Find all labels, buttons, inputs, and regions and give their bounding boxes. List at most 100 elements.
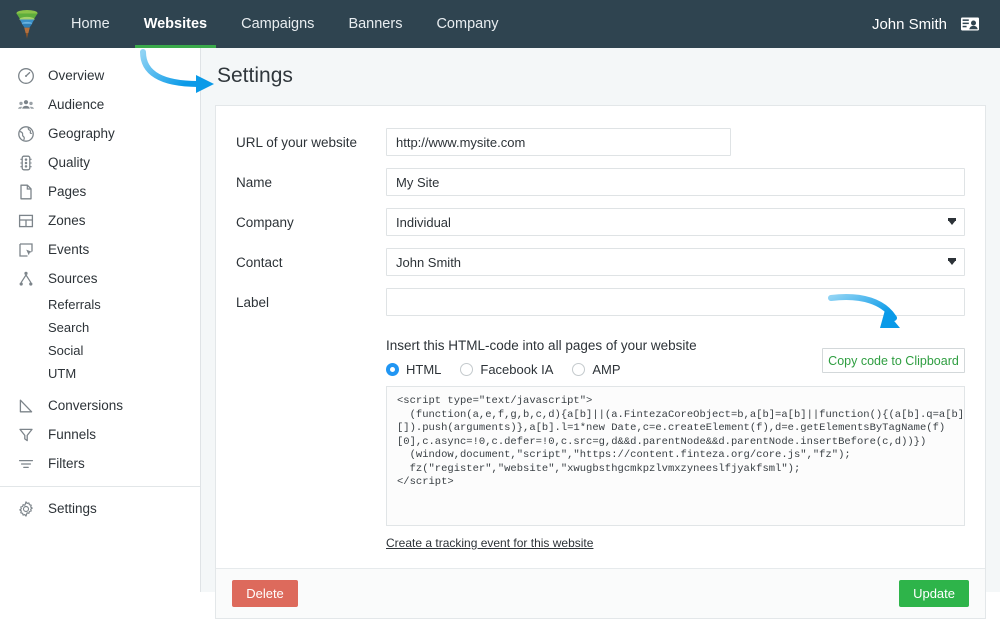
sidebar-item-settings[interactable]: Settings [0, 494, 200, 523]
main-nav: Home Websites Campaigns Banners Company [54, 0, 516, 48]
sidebar-item-events[interactable]: Events [0, 235, 200, 264]
field-row-contact: Contact John Smith [236, 248, 965, 276]
field-row-company: Company Individual [236, 208, 965, 236]
sidebar-item-label: Filters [48, 456, 85, 471]
node-tree-icon [16, 269, 36, 289]
contact-select-value: John Smith [396, 255, 461, 270]
filter-lines-icon [16, 454, 36, 474]
conversion-arrow-icon [16, 396, 36, 416]
delete-button[interactable]: Delete [232, 580, 298, 607]
sidebar-item-label: Conversions [48, 398, 123, 413]
contact-select[interactable]: John Smith [386, 248, 965, 276]
field-label-url: URL of your website [236, 135, 386, 150]
sidebar-subitem-label: Referrals [48, 297, 101, 312]
radio-label: AMP [592, 362, 620, 377]
sidebar-item-geography[interactable]: Geography [0, 119, 200, 148]
contact-card-icon[interactable] [960, 14, 980, 34]
company-select[interactable]: Individual [386, 208, 965, 236]
sidebar-item-label: Funnels [48, 427, 96, 442]
delete-button-label: Delete [246, 586, 284, 601]
radio-facebook-ia[interactable]: Facebook IA [460, 362, 553, 377]
page-title: Settings [201, 48, 1000, 88]
sidebar-item-label: Settings [48, 501, 97, 516]
app-logo[interactable] [0, 0, 54, 48]
radio-html[interactable]: HTML [386, 362, 441, 377]
card-footer: Delete Update [216, 568, 985, 618]
cursor-box-icon [16, 240, 36, 260]
field-label-name: Name [236, 175, 386, 190]
sidebar-item-zones[interactable]: Zones [0, 206, 200, 235]
field-row-url: URL of your website [236, 128, 965, 156]
copy-code-button-label: Copy code to Clipboard [828, 354, 959, 368]
sidebar-subitem-search[interactable]: Search [0, 316, 200, 339]
top-navigation-bar: Home Websites Campaigns Banners Company … [0, 0, 1000, 48]
sidebar-item-conversions[interactable]: Conversions [0, 391, 200, 420]
sidebar-item-label: Events [48, 242, 89, 257]
field-row-label: Label [236, 288, 965, 316]
nav-label: Campaigns [241, 16, 314, 32]
sidebar-item-filters[interactable]: Filters [0, 449, 200, 478]
sidebar-subitem-social[interactable]: Social [0, 339, 200, 362]
sidebar-item-label: Overview [48, 68, 104, 83]
update-button-label: Update [913, 586, 955, 601]
sidebar-subitem-utm[interactable]: UTM [0, 362, 200, 385]
sidebar-item-label: Geography [48, 126, 115, 141]
sidebar-divider [0, 486, 200, 487]
globe-icon [16, 124, 36, 144]
sidebar-item-label: Quality [48, 155, 90, 170]
tracking-code-section: Insert this HTML-code into all pages of … [236, 338, 965, 552]
layout-grid-icon [16, 211, 36, 231]
radio-dot-icon [572, 363, 585, 376]
page-icon [16, 182, 36, 202]
gauge-icon [16, 66, 36, 86]
nav-label: Websites [144, 16, 207, 32]
nav-item-company[interactable]: Company [419, 0, 515, 48]
nav-label: Company [436, 16, 498, 32]
sidebar-item-overview[interactable]: Overview [0, 61, 200, 90]
create-tracking-event-link[interactable]: Create a tracking event for this website [386, 536, 593, 550]
settings-form: URL of your website Name Company Individ… [216, 106, 985, 568]
sidebar-item-quality[interactable]: Quality [0, 148, 200, 177]
funnel-logo-icon [14, 9, 40, 39]
sidebar-item-label: Zones [48, 213, 86, 228]
field-row-name: Name [236, 168, 965, 196]
traffic-light-icon [16, 153, 36, 173]
sidebar-item-pages[interactable]: Pages [0, 177, 200, 206]
nav-item-home[interactable]: Home [54, 0, 127, 48]
copy-code-button[interactable]: Copy code to Clipboard [822, 348, 965, 373]
field-label-company: Company [236, 215, 386, 230]
sidebar-subitem-label: Search [48, 320, 89, 335]
radio-label: HTML [406, 362, 441, 377]
sidebar: Overview Audience Geography Quality Page… [0, 48, 201, 592]
main-content: Settings URL of your website Name Compan… [201, 48, 1000, 592]
nav-item-websites[interactable]: Websites [127, 0, 224, 48]
website-settings-card: URL of your website Name Company Individ… [215, 105, 986, 619]
sidebar-subitem-referrals[interactable]: Referrals [0, 293, 200, 316]
name-input[interactable] [386, 168, 965, 196]
radio-amp[interactable]: AMP [572, 362, 620, 377]
nav-label: Banners [348, 16, 402, 32]
funnel-filter-icon [16, 425, 36, 445]
tracking-code-text: <script type="text/javascript"> (functio… [397, 395, 954, 490]
update-button[interactable]: Update [899, 580, 969, 607]
people-icon [16, 95, 36, 115]
user-area: John Smith [872, 14, 1000, 34]
radio-label: Facebook IA [480, 362, 553, 377]
label-input[interactable] [386, 288, 965, 316]
sidebar-subitem-label: Social [48, 343, 83, 358]
sidebar-item-label: Audience [48, 97, 104, 112]
sidebar-item-label: Sources [48, 271, 98, 286]
sidebar-item-sources[interactable]: Sources [0, 264, 200, 293]
url-input[interactable] [386, 128, 731, 156]
tracking-code-box[interactable]: <script type="text/javascript"> (functio… [386, 386, 965, 526]
company-select-value: Individual [396, 215, 451, 230]
field-label-label: Label [236, 295, 386, 310]
nav-item-campaigns[interactable]: Campaigns [224, 0, 331, 48]
gear-icon [16, 499, 36, 519]
sidebar-item-audience[interactable]: Audience [0, 90, 200, 119]
nav-label: Home [71, 16, 110, 32]
nav-item-banners[interactable]: Banners [331, 0, 419, 48]
sidebar-item-label: Pages [48, 184, 86, 199]
sidebar-subitem-label: UTM [48, 366, 76, 381]
sidebar-item-funnels[interactable]: Funnels [0, 420, 200, 449]
